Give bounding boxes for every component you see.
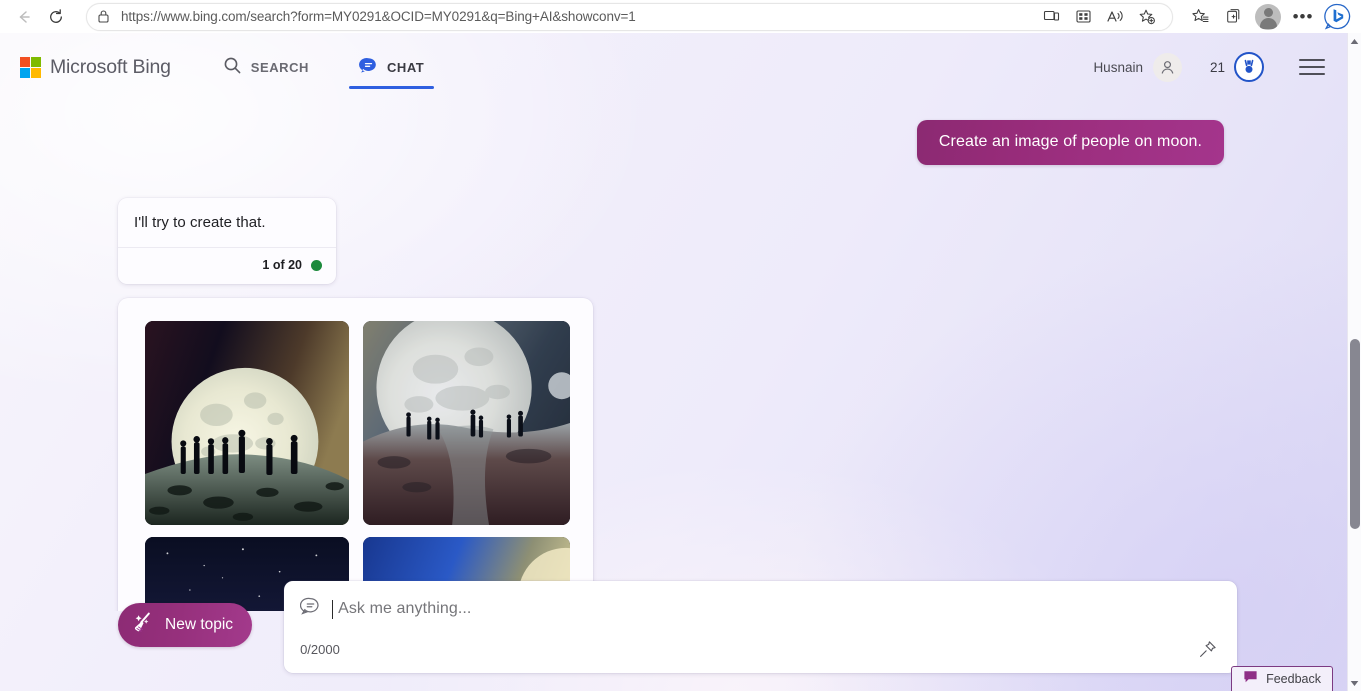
scroll-up-arrow[interactable] bbox=[1348, 33, 1361, 49]
pin-icon[interactable] bbox=[1195, 637, 1219, 661]
text-cursor bbox=[332, 599, 334, 619]
settings-and-more-icon[interactable]: ••• bbox=[1288, 3, 1318, 31]
address-bar-url: https://www.bing.com/search?form=MY0291&… bbox=[121, 9, 636, 24]
bing-header: Microsoft Bing SEARCH CHAT Husnain 21 bbox=[0, 33, 1347, 101]
message-counter: 1 of 20 bbox=[262, 258, 302, 272]
add-favorite-icon[interactable] bbox=[1132, 3, 1162, 31]
scrollbar-track[interactable] bbox=[1348, 49, 1361, 675]
status-dot bbox=[311, 259, 322, 271]
generated-image-1[interactable] bbox=[145, 321, 349, 525]
bot-message-card: I'll try to create that. 1 of 20 bbox=[118, 198, 336, 284]
refresh-button[interactable] bbox=[40, 2, 72, 32]
user-name-label: Husnain bbox=[1093, 59, 1143, 75]
bing-logo-text: Microsoft Bing bbox=[50, 55, 171, 78]
new-topic-button[interactable]: New topic bbox=[118, 603, 253, 647]
tab-search[interactable]: SEARCH bbox=[209, 33, 323, 101]
tab-chat[interactable]: CHAT bbox=[345, 33, 438, 101]
favorites-icon[interactable] bbox=[1185, 3, 1215, 31]
lock-icon bbox=[97, 9, 110, 24]
bing-page: Microsoft Bing SEARCH CHAT Husnain 21 Cr… bbox=[0, 33, 1347, 691]
rewards-count: 21 bbox=[1209, 59, 1225, 75]
search-icon bbox=[223, 56, 242, 78]
feedback-bubble-icon bbox=[1243, 670, 1258, 689]
generated-images-grid bbox=[145, 321, 570, 611]
feedback-button[interactable]: Feedback bbox=[1231, 666, 1333, 691]
user-account-button[interactable] bbox=[1152, 52, 1182, 82]
bot-message-text: I'll try to create that. bbox=[134, 214, 266, 231]
broom-icon bbox=[132, 611, 155, 639]
chat-composer: New topic Ask me anything... 0/2000 bbox=[0, 581, 1347, 691]
bing-chat-icon[interactable] bbox=[1321, 2, 1353, 32]
bing-header-right: Husnain 21 bbox=[1093, 52, 1325, 82]
user-message-row: Create an image of people on moon. bbox=[20, 101, 1327, 165]
chat-bubble-icon bbox=[359, 56, 378, 78]
user-message-bubble: Create an image of people on moon. bbox=[916, 120, 1224, 165]
browser-toolbar: https://www.bing.com/search?form=MY0291&… bbox=[0, 0, 1361, 33]
back-button[interactable] bbox=[8, 2, 40, 32]
chat-input-footer: 0/2000 bbox=[300, 637, 1219, 673]
page-scrollbar[interactable] bbox=[1347, 33, 1361, 691]
split-screen-icon[interactable] bbox=[1068, 3, 1098, 31]
bot-message-row: I'll try to create that. 1 of 20 bbox=[20, 165, 1327, 284]
rewards-medal-icon[interactable] bbox=[1234, 52, 1264, 82]
chat-input-row: Ask me anything... bbox=[300, 596, 1219, 622]
microsoft-logo-icon bbox=[20, 56, 41, 78]
new-topic-label: New topic bbox=[165, 616, 234, 633]
tab-chat-label: CHAT bbox=[386, 59, 425, 75]
hamburger-menu-icon[interactable] bbox=[1299, 56, 1325, 78]
bot-message-footer: 1 of 20 bbox=[118, 247, 336, 284]
scroll-down-arrow[interactable] bbox=[1348, 675, 1361, 691]
bing-nav-tabs: SEARCH CHAT bbox=[209, 33, 439, 101]
browser-toolbar-right: ••• bbox=[1185, 2, 1353, 32]
microsoft-bing-logo[interactable]: Microsoft Bing bbox=[20, 56, 171, 79]
generated-images-card bbox=[118, 298, 593, 611]
address-bar-icons bbox=[1028, 3, 1162, 31]
feedback-label: Feedback bbox=[1266, 672, 1321, 686]
scrollbar-thumb[interactable] bbox=[1350, 339, 1360, 529]
profile-avatar[interactable] bbox=[1255, 3, 1281, 30]
person-icon bbox=[1161, 60, 1174, 74]
chat-bubble-outline-icon bbox=[300, 596, 321, 622]
collections-icon[interactable] bbox=[1218, 3, 1248, 31]
address-bar[interactable]: https://www.bing.com/search?form=MY0291&… bbox=[86, 2, 1173, 31]
chat-input-placeholder: Ask me anything... bbox=[338, 600, 472, 617]
chat-input-container[interactable]: Ask me anything... 0/2000 bbox=[284, 581, 1237, 673]
character-counter: 0/2000 bbox=[300, 641, 340, 657]
read-aloud-icon[interactable] bbox=[1100, 3, 1130, 31]
generated-image-2[interactable] bbox=[363, 321, 570, 525]
tab-search-label: SEARCH bbox=[250, 59, 309, 75]
cast-to-device-icon[interactable] bbox=[1036, 3, 1066, 31]
chat-conversation: Create an image of people on moon. I'll … bbox=[0, 101, 1347, 611]
